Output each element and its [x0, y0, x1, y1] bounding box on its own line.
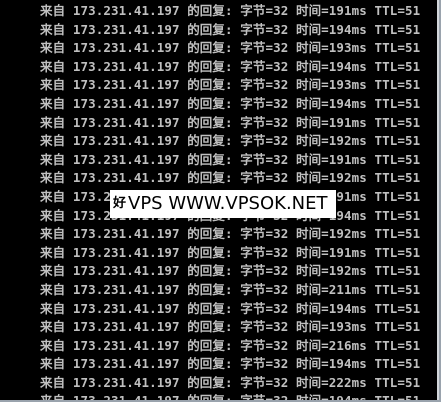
console-line: 来自 173.231.41.197 的回复: 字节=32 时间=192ms TT…: [40, 133, 421, 149]
console-line: 来自 173.231.41.197 的回复: 字节=32 时间=193ms TT…: [40, 40, 421, 56]
console-line: 来自 173.231.41.197 的回复: 字节=32 时间=194ms TT…: [40, 95, 421, 111]
watermark-banner: 好 VPS WWW.VPSOK.NET: [110, 190, 336, 218]
console-line: 来自 173.231.41.197 的回复: 字节=32 时间=216ms TT…: [40, 337, 421, 353]
console-line: 来自 173.231.41.197 的回复: 字节=32 时间=193ms TT…: [40, 77, 421, 93]
console-line: 来自 173.231.41.197 的回复: 字节=32 时间=192ms TT…: [40, 263, 421, 279]
console-line: 来自 173.231.41.197 的回复: 字节=32 时间=191ms TT…: [40, 151, 421, 167]
console-window: 来自 173.231.41.197 的回复: 字节=32 时间=191ms TT…: [0, 0, 441, 402]
console-line: 来自 173.231.41.197 的回复: 字节=32 时间=192ms TT…: [40, 170, 421, 186]
console-line: 来自 173.231.41.197 的回复: 字节=32 时间=194ms TT…: [40, 300, 421, 316]
console-line: 来自 173.231.41.197 的回复: 字节=32 时间=211ms TT…: [40, 281, 421, 297]
console-line: 来自 173.231.41.197 的回复: 字节=32 时间=193ms TT…: [40, 319, 421, 335]
console-line: 来自 173.231.41.197 的回复: 字节=32 时间=194ms TT…: [40, 58, 421, 74]
console-line: 来自 173.231.41.197 的回复: 字节=32 时间=222ms TT…: [40, 374, 421, 390]
console-line: 来自 173.231.41.197 的回复: 字节=32 时间=194ms TT…: [40, 356, 421, 372]
watermark-text: VPS WWW.VPSOK.NET: [128, 193, 328, 214]
watermark-logo-mark: 好: [113, 196, 127, 211]
console-line: 来自 173.231.41.197 的回复: 字节=32 时间=192ms TT…: [40, 226, 421, 242]
console-line: 来自 173.231.41.197 的回复: 字节=32 时间=194ms TT…: [40, 21, 421, 37]
console-line: 来自 173.231.41.197 的回复: 字节=32 时间=191ms TT…: [40, 244, 421, 260]
console-line: 来自 173.231.41.197 的回复: 字节=32 时间=194ms TT…: [40, 393, 421, 402]
console-line: 来自 173.231.41.197 的回复: 字节=32 时间=191ms TT…: [40, 114, 421, 130]
console-line: 来自 173.231.41.197 的回复: 字节=32 时间=191ms TT…: [40, 3, 421, 18]
window-edge: [437, 0, 439, 400]
